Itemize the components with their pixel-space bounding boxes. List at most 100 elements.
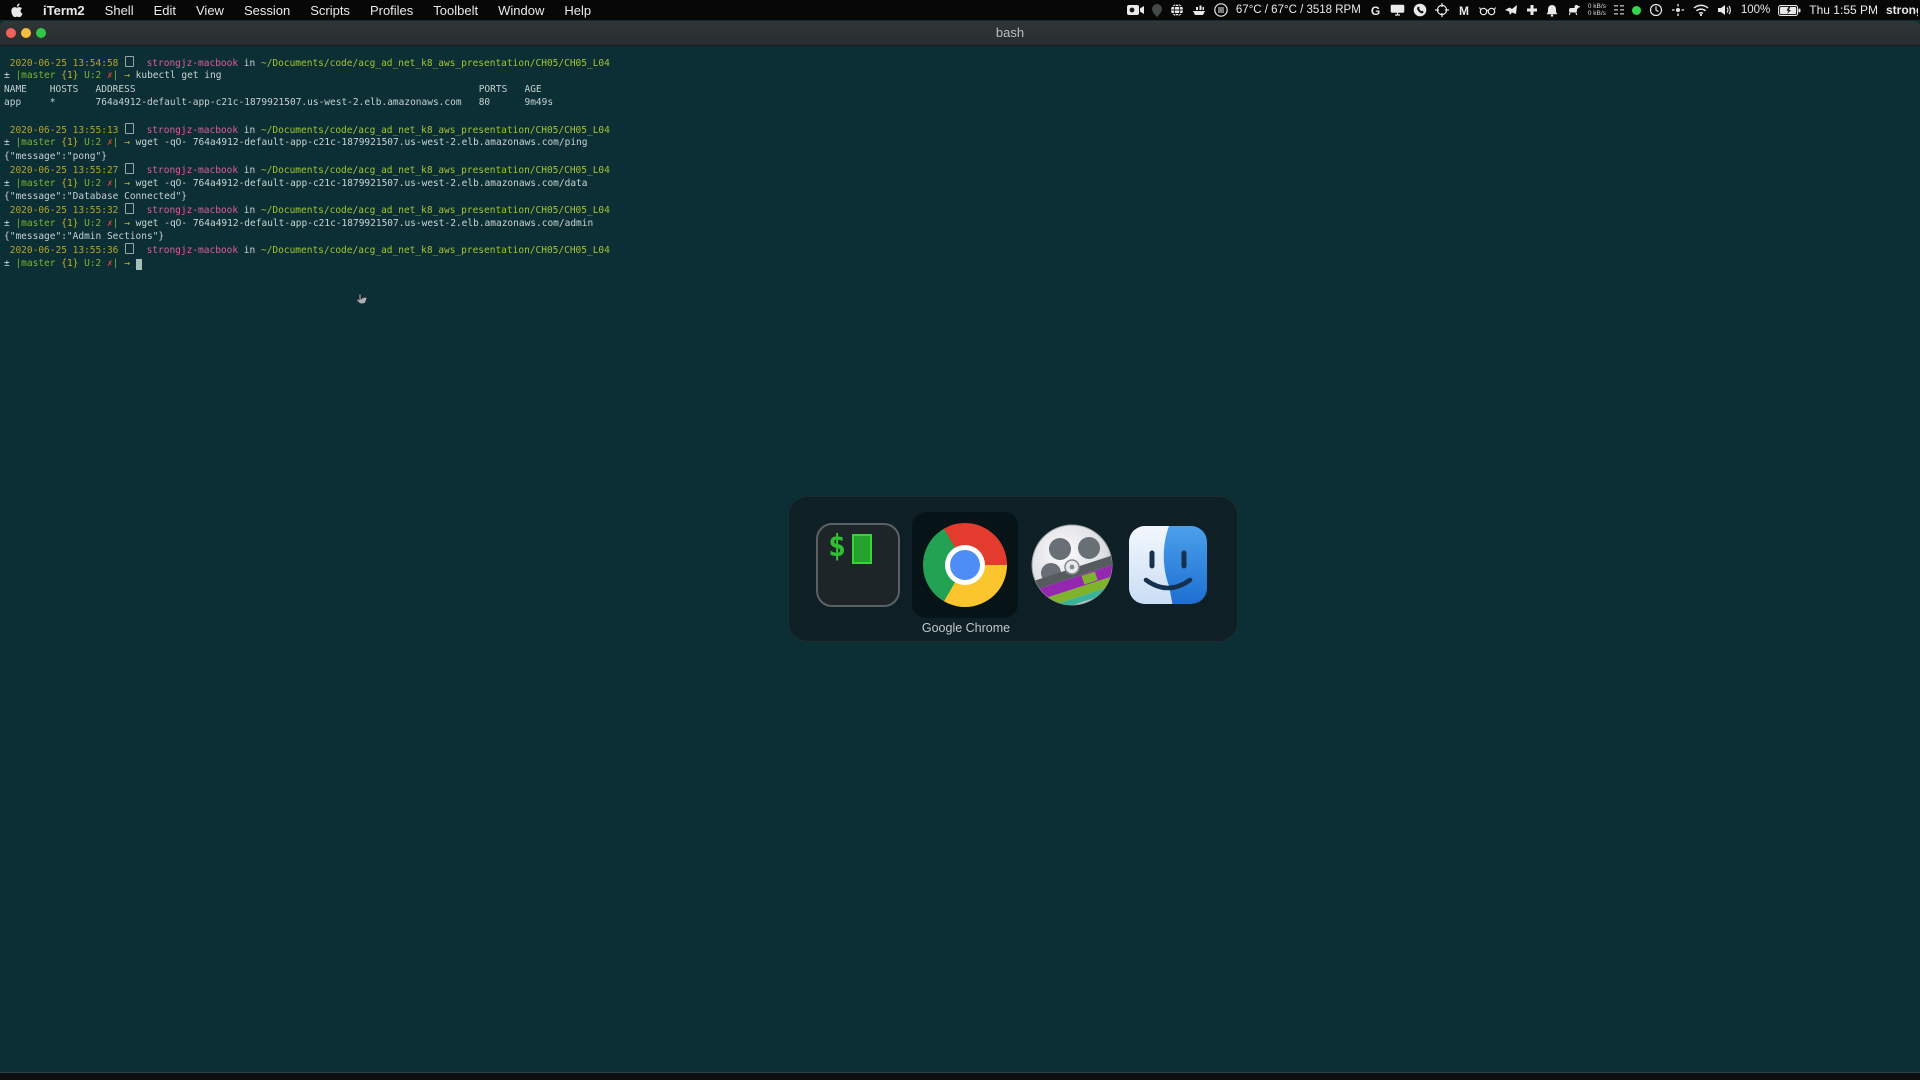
terminal-text: 2020-06-25 13:55:32	[4, 205, 125, 217]
menu-item-profiles[interactable]: Profiles	[360, 0, 423, 20]
terminal-text: |master	[15, 217, 56, 229]
terminal-text: in	[238, 205, 261, 217]
phone-icon[interactable]	[1413, 0, 1427, 20]
menu-clock[interactable]: Thu 1:55 PM	[1809, 3, 1878, 17]
terminal-text: app * 764a4912-default-app-c21c-18799215…	[4, 97, 554, 109]
apple-icon[interactable]	[0, 0, 33, 20]
terminal-text: ~/Documents/code/acg_ad_net_k8_aws_prese…	[260, 245, 610, 257]
dollar-glyph: $	[828, 529, 847, 564]
menu-bar-status: 67°C / 67°C / 3518 RPM G M 0 kB/s 0 kB/s…	[1126, 0, 1920, 20]
app-icon-iterm2[interactable]: $	[816, 523, 900, 607]
terminal-text: |master	[15, 177, 56, 189]
terminal-text: kubectl get ing	[135, 70, 222, 82]
terminal-text: ±	[4, 70, 16, 82]
film-reel-icon	[1031, 524, 1113, 606]
clipboard-icon	[125, 56, 135, 67]
terminal-text: {"message":"pong"}	[4, 150, 107, 162]
terminal-text: ~/Documents/code/acg_ad_net_k8_aws_prese…	[260, 58, 610, 69]
menu-item-help[interactable]: Help	[554, 0, 601, 20]
display-icon[interactable]	[1390, 0, 1405, 20]
minimize-button[interactable]	[21, 28, 31, 38]
volume-icon[interactable]	[1717, 0, 1733, 20]
wifi-icon[interactable]	[1693, 0, 1709, 20]
clipboard-icon	[125, 122, 135, 134]
glasses-icon[interactable]	[1478, 0, 1496, 20]
terminal-line: ± |master {1} U:2 ✗| →	[4, 257, 1920, 270]
plus-icon[interactable]	[1526, 0, 1538, 20]
g-icon[interactable]: G	[1369, 0, 1382, 20]
terminal-cursor	[135, 258, 142, 270]
svg-text:G: G	[1371, 4, 1380, 17]
ship-icon[interactable]	[1192, 0, 1206, 20]
terminal-text: strongjz-macbook	[146, 205, 239, 217]
terminal-text: {1}	[55, 217, 79, 229]
terminal-text: in	[238, 165, 261, 177]
time-machine-icon[interactable]	[1649, 0, 1663, 20]
terminal-text: ±	[4, 137, 16, 149]
terminal-text: {1}	[55, 257, 79, 269]
dog-icon[interactable]	[1566, 0, 1580, 20]
m-icon[interactable]: M	[1457, 0, 1471, 20]
bird-icon[interactable]	[1504, 0, 1518, 20]
terminal-app-icon: $	[816, 523, 900, 607]
terminal-text: {1}	[55, 137, 79, 149]
zoom-button[interactable]	[36, 28, 46, 38]
menu-item-toolbelt[interactable]: Toolbelt	[423, 0, 488, 20]
menu-item-session[interactable]: Session	[234, 0, 300, 20]
network-speed-readout[interactable]: 0 kB/s 0 kB/s	[1588, 3, 1606, 17]
terminal-text: ~/Documents/code/acg_ad_net_k8_aws_prese…	[260, 165, 610, 177]
menu-item-edit[interactable]: Edit	[144, 0, 186, 20]
tracking-icon[interactable]	[1671, 0, 1685, 20]
menu-item-window[interactable]: Window	[488, 0, 554, 20]
terminal-text: ±	[4, 257, 16, 269]
terminal-line: ± |master {1} U:2 ✗| → kubectl get ing	[4, 69, 1920, 82]
green-dot-icon[interactable]	[1631, 5, 1641, 15]
terminal-line: ± |master {1} U:2 ✗| → wget -qO- 764a491…	[4, 217, 1920, 230]
menu-item-scripts[interactable]: Scripts	[300, 0, 360, 20]
terminal-text: strongjz-macbook	[146, 124, 239, 136]
terminal-text: {1}	[55, 70, 79, 82]
terminal-text: strongjz-macbook	[146, 165, 239, 177]
terminal-text: strongjz-macbook	[146, 58, 239, 69]
eq-bars-icon[interactable]	[1613, 0, 1624, 20]
bell-icon[interactable]	[1546, 0, 1558, 20]
terminal-line: ± |master {1} U:2 ✗| → wget -qO- 764a491…	[4, 136, 1920, 149]
stats-circle-icon[interactable]	[1214, 0, 1228, 20]
location-icon[interactable]	[1151, 0, 1162, 20]
terminal-text: 2020-06-25 13:54:58	[4, 58, 125, 69]
sensor-readout[interactable]: 67°C / 67°C / 3518 RPM	[1236, 4, 1361, 16]
terminal-text: 2020-06-25 13:55:36	[4, 245, 125, 257]
terminal-text: →	[118, 177, 136, 189]
crosshair-icon[interactable]	[1434, 0, 1449, 20]
terminal-line: NAME HOSTS ADDRESS PORTS AGE	[4, 83, 1920, 96]
terminal-line: 2020-06-25 13:55:32 strongjz-macbook in …	[4, 203, 1920, 216]
selected-app-label: Google Chrome	[921, 621, 1011, 635]
mouse-cursor-hand-icon	[354, 292, 370, 313]
terminal-line: {"message":"Database Connected"}	[4, 190, 1920, 203]
menu-item-view[interactable]: View	[186, 0, 234, 20]
menu-app-name[interactable]: iTerm2	[33, 0, 95, 20]
desktop: iTerm2 Shell Edit View Session Scripts P…	[0, 0, 1920, 1080]
globe-icon[interactable]	[1170, 0, 1184, 20]
menu-username[interactable]: strong	[1886, 3, 1918, 17]
menu-item-shell[interactable]: Shell	[95, 0, 144, 20]
terminal-text: ±	[4, 177, 16, 189]
finder-face-icon	[1129, 526, 1207, 604]
app-icon-google-chrome[interactable]	[912, 512, 1018, 618]
battery-percent: 100%	[1740, 4, 1771, 16]
screen-record-icon[interactable]	[1126, 0, 1144, 20]
terminal-text: →	[118, 217, 136, 229]
terminal-text: in	[238, 124, 261, 136]
app-icon-screenflow[interactable]	[1030, 523, 1114, 607]
battery-icon[interactable]	[1778, 0, 1801, 20]
terminal-text: wget -qO- 764a4912-default-app-c21c-1879…	[135, 177, 588, 189]
terminal-text: |master	[15, 257, 56, 269]
app-icon-finder[interactable]	[1126, 523, 1210, 607]
window-title-bar[interactable]: bash	[0, 21, 1920, 46]
close-button[interactable]	[6, 28, 16, 38]
